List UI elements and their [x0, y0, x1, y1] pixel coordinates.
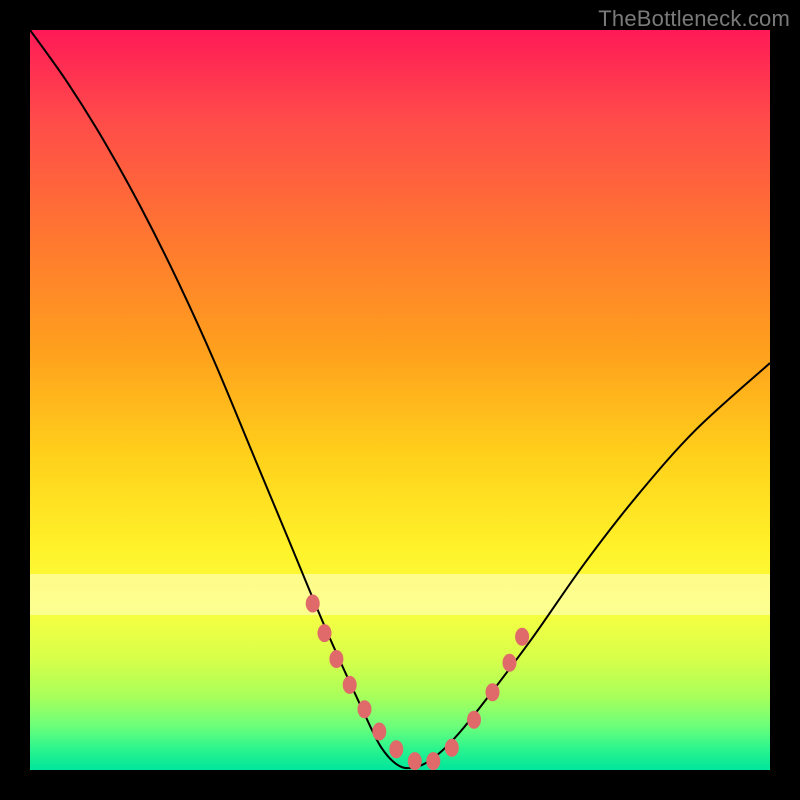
chart-stage: TheBottleneck.com [0, 0, 800, 800]
curve-dot [358, 700, 372, 718]
watermark-text: TheBottleneck.com [598, 6, 790, 32]
plot-area [30, 30, 770, 770]
curve-dot [408, 752, 422, 770]
curve-dot [515, 628, 529, 646]
curve-dot [329, 650, 343, 668]
highlight-band [30, 574, 770, 615]
curve-dots [306, 595, 529, 771]
curve-layer [30, 30, 770, 770]
curve-dot [445, 739, 459, 757]
curve-dot [389, 740, 403, 758]
curve-dot [372, 723, 386, 741]
curve-dot [318, 624, 332, 642]
curve-dot [486, 683, 500, 701]
curve-dot [426, 752, 440, 770]
curve-dot [467, 711, 481, 729]
curve-dot [343, 676, 357, 694]
curve-dot [503, 654, 517, 672]
v-curve [30, 30, 770, 768]
